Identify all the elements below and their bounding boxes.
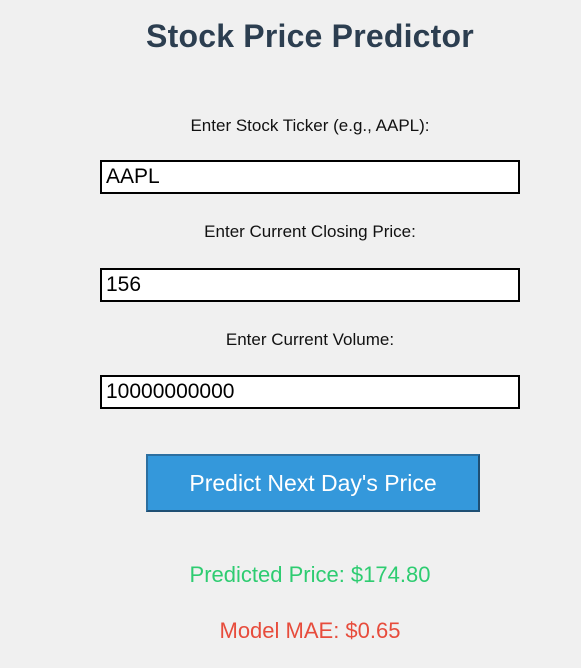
ticker-label: Enter Stock Ticker (e.g., AAPL): [190,116,430,135]
volume-input[interactable] [100,375,520,409]
model-mae-text: Model MAE: $0.65 [219,618,401,643]
ticker-input[interactable] [100,160,520,194]
page-title: Stock Price Predictor [146,18,474,54]
volume-label: Enter Current Volume: [225,330,395,349]
predicted-price-text: Predicted Price: $174.80 [189,562,431,587]
closing-price-label: Enter Current Closing Price: [204,222,416,241]
predict-button[interactable]: Predict Next Day's Price [146,454,480,512]
closing-price-input[interactable] [100,268,520,302]
